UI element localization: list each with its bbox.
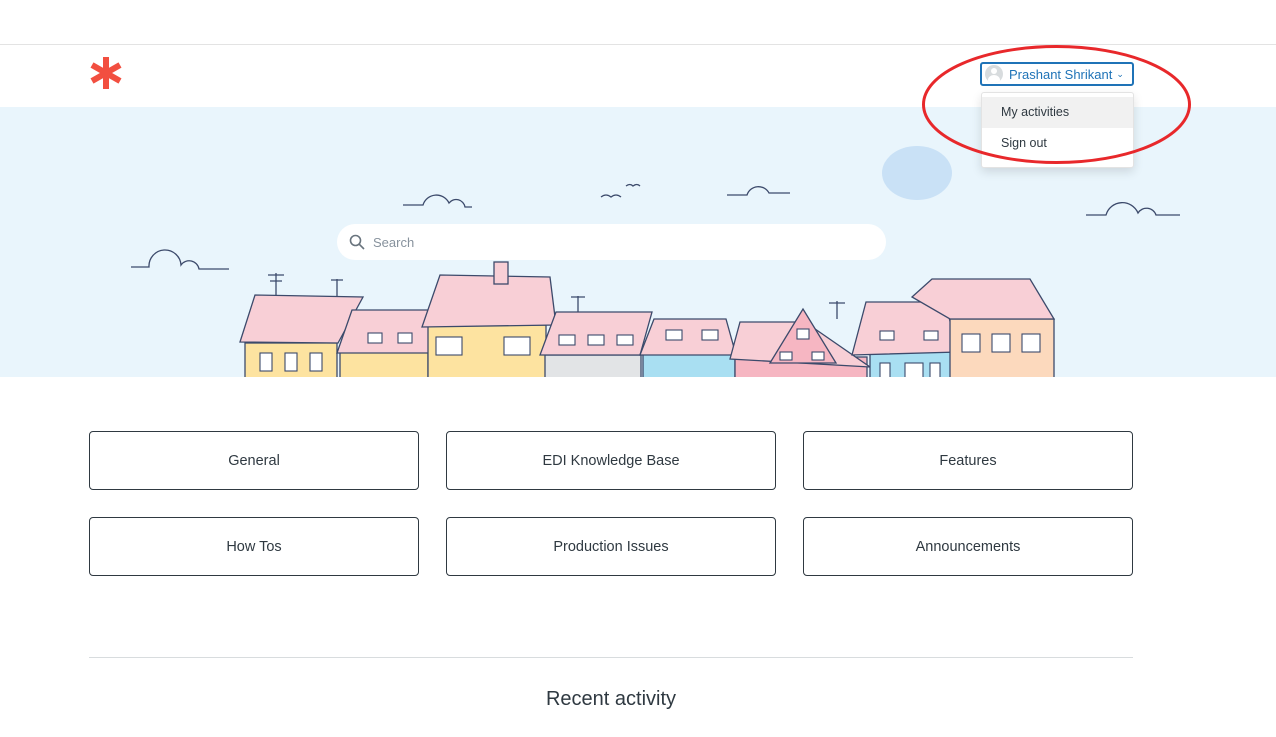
category-announcements[interactable]: Announcements	[803, 517, 1133, 576]
category-edi-knowledge-base[interactable]: EDI Knowledge Base	[446, 431, 776, 490]
menu-item-my-activities[interactable]: My activities	[982, 97, 1133, 128]
user-dropdown-menu: My activities Sign out	[981, 92, 1134, 168]
search-input[interactable]	[373, 234, 853, 250]
category-general[interactable]: General	[89, 431, 419, 490]
user-menu-button[interactable]: Prashant Shrikant ⌄	[980, 62, 1134, 86]
recent-activity-heading: Recent activity	[545, 688, 677, 710]
category-features[interactable]: Features	[803, 431, 1133, 490]
search-bar[interactable]	[337, 224, 886, 260]
section-divider	[89, 657, 1133, 658]
category-production-issues[interactable]: Production Issues	[446, 517, 776, 576]
menu-item-sign-out[interactable]: Sign out	[982, 128, 1133, 159]
user-name: Prashant Shrikant	[1009, 66, 1113, 82]
user-avatar-icon	[985, 65, 1003, 83]
category-how-tos[interactable]: How Tos	[89, 517, 419, 576]
chevron-down-icon: ⌄	[1116, 68, 1124, 79]
search-icon	[349, 234, 365, 250]
browser-top-strip	[0, 0, 1276, 45]
asterisk-logo-icon[interactable]	[88, 55, 124, 91]
